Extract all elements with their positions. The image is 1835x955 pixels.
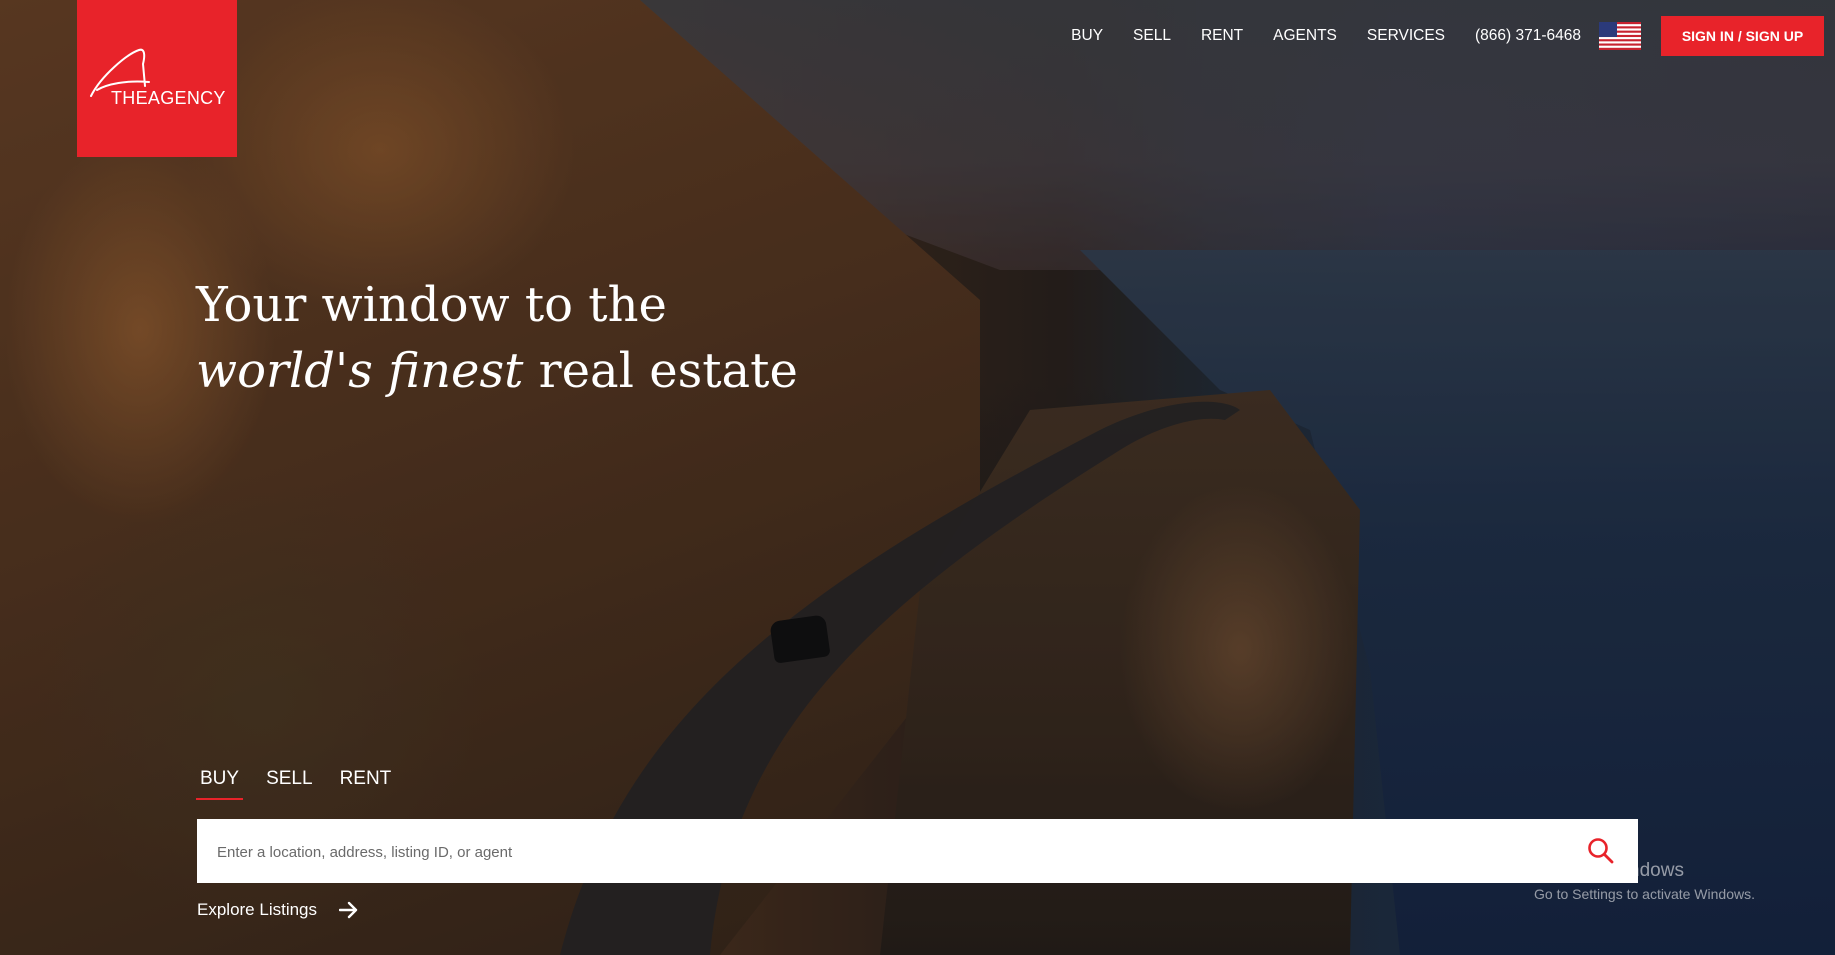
nav-item-agents[interactable]: AGENTS xyxy=(1273,27,1337,45)
explore-listings-label: Explore Listings xyxy=(197,900,318,919)
top-nav: BUY SELL RENT AGENTS SERVICES (866) 371-… xyxy=(1071,0,1835,72)
arrow-right-icon xyxy=(339,901,358,919)
activate-windows-watermark: Activate Windows Go to Settings to activ… xyxy=(1534,860,1755,902)
headline-line-1: Your window to the xyxy=(196,277,667,333)
search-bar xyxy=(197,819,1638,885)
watermark-title: Activate Windows xyxy=(1534,860,1684,881)
sign-in-button[interactable]: SIGN IN / SIGN UP xyxy=(1661,16,1824,56)
headline-italic-2: finest xyxy=(388,343,524,399)
nav-item-buy[interactable]: BUY xyxy=(1071,27,1103,45)
nav-item-services[interactable]: SERVICES xyxy=(1367,27,1445,45)
explore-listings-link[interactable]: Explore Listings xyxy=(197,900,359,920)
nav-item-rent[interactable]: RENT xyxy=(1201,27,1243,45)
headline-rest: real estate xyxy=(538,343,798,399)
logo-text: THEAGENCY xyxy=(111,88,226,108)
search-input[interactable] xyxy=(215,819,1559,885)
tab-sell[interactable]: SELL xyxy=(262,768,316,800)
phone-link[interactable]: (866) 371-6468 xyxy=(1475,27,1581,45)
tab-rent[interactable]: RENT xyxy=(336,768,396,800)
hero-overlay xyxy=(0,0,1835,955)
hero-background xyxy=(0,0,1835,955)
agency-logo[interactable]: THEAGENCY xyxy=(77,0,237,157)
watermark-subtitle: Go to Settings to activate Windows. xyxy=(1534,886,1755,902)
nav-item-sell[interactable]: SELL xyxy=(1133,27,1171,45)
us-flag-icon[interactable] xyxy=(1599,22,1641,50)
hero-headline: Your window to the world's finest real e… xyxy=(196,272,798,404)
search-tabs: BUY SELL RENT xyxy=(196,768,414,800)
headline-italic-1: world's xyxy=(196,343,373,399)
tab-buy[interactable]: BUY xyxy=(196,768,244,800)
